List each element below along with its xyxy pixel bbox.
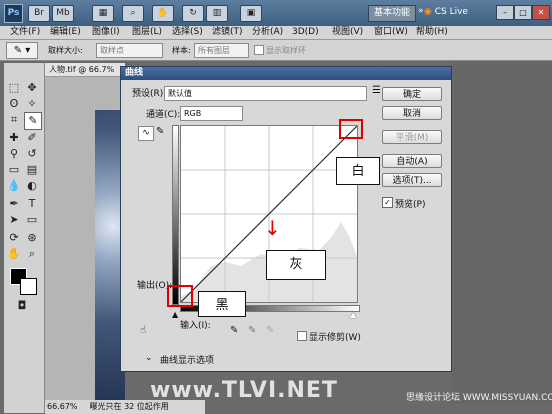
callout-white: 白 — [336, 157, 380, 185]
quick-select-tool-icon[interactable]: ✧ — [24, 96, 40, 112]
sample-select[interactable]: 所有图层 — [194, 43, 249, 58]
dodge-tool-icon[interactable]: ◐ — [24, 178, 40, 194]
blur-tool-icon[interactable]: 💧 — [6, 178, 22, 194]
sample-size-label: 取样大小: — [48, 46, 83, 55]
type-tool-icon[interactable]: T — [24, 196, 40, 212]
3d-orbit-icon[interactable]: ⊛ — [24, 230, 40, 246]
gradient-tool-icon[interactable]: ▤ — [24, 162, 40, 178]
menu-help[interactable]: 帮助(H) — [416, 26, 448, 39]
gray-eyedropper-icon[interactable]: ✎ — [248, 325, 256, 336]
crop-tool-icon[interactable]: ⌗ — [6, 112, 22, 128]
hand-tool-button[interactable]: ✋ — [152, 5, 174, 22]
target-adjust-icon[interactable]: ☝ — [140, 325, 146, 336]
smooth-button[interactable]: 平滑(M) — [382, 130, 442, 144]
sample-size-select[interactable]: 取样点 — [96, 43, 163, 58]
screen-mode-button[interactable]: ▣ — [240, 5, 262, 22]
ok-button[interactable]: 确定 — [382, 87, 442, 101]
cancel-button[interactable]: 取消 — [382, 106, 442, 120]
cs-live-label: CS Live — [434, 7, 468, 17]
preset-select[interactable]: 默认值 — [164, 86, 367, 101]
background-color-swatch[interactable] — [20, 278, 37, 295]
display-options-label[interactable]: 曲线显示选项 — [160, 353, 214, 366]
callout-gray: 灰 — [266, 250, 326, 280]
workspace-switcher[interactable]: 基本功能 — [368, 5, 416, 22]
mini-bridge-button[interactable]: Mb — [52, 5, 74, 22]
options-button[interactable]: 选项(T)... — [382, 173, 442, 187]
menu-view[interactable]: 视图(V) — [332, 26, 363, 39]
site-label: 思缘设计论坛 WWW.MISSYUAN.COM — [406, 393, 552, 403]
maximize-button[interactable]: □ — [514, 5, 532, 20]
channel-label: 通道(C): — [146, 110, 181, 120]
black-point-slider[interactable]: ▲ — [172, 310, 178, 319]
white-point-slider[interactable]: ▲ — [350, 310, 356, 319]
eyedropper-tool-icon[interactable]: ✎ — [24, 112, 42, 130]
sample-label: 样本: — [172, 46, 191, 55]
black-eyedropper-icon[interactable]: ✎ — [230, 325, 238, 336]
show-clipping-checkbox[interactable] — [297, 331, 307, 341]
preset-options-icon[interactable]: ☰ — [372, 85, 381, 96]
rotate-view-button[interactable]: ↻ — [182, 5, 204, 22]
move-tool-icon[interactable]: ✥ — [24, 80, 40, 96]
curve-edit-points-icon[interactable]: ∿ — [138, 126, 154, 141]
view-extras-button[interactable]: ▦ — [92, 5, 114, 22]
cs-live-icon: ◉ — [424, 7, 432, 17]
menu-filter[interactable]: 滤镜(T) — [212, 26, 243, 39]
shape-tool-icon[interactable]: ▭ — [24, 212, 40, 228]
callout-black: 黑 — [198, 291, 246, 317]
cs-live-button[interactable]: ◉ CS Live — [424, 5, 480, 20]
history-brush-icon[interactable]: ↺ — [24, 146, 40, 162]
menu-edit[interactable]: 编辑(E) — [50, 26, 81, 39]
show-sampling-ring-checkbox[interactable] — [254, 45, 264, 55]
menu-file[interactable]: 文件(F) — [10, 26, 40, 39]
3d-rotate-icon[interactable]: ⟳ — [6, 230, 22, 246]
lasso-tool-icon[interactable]: ʘ — [6, 96, 22, 112]
zoom-tool-icon[interactable]: ⌕ — [24, 246, 40, 262]
hand-tool-icon[interactable]: ✋ — [6, 246, 22, 262]
show-sampling-ring-label: 显示取样环 — [266, 46, 306, 55]
auto-button[interactable]: 自动(A) — [382, 154, 442, 168]
curve-draw-pencil-icon[interactable]: ✎ — [156, 126, 164, 137]
menu-window[interactable]: 窗口(W) — [374, 26, 408, 39]
menu-analysis[interactable]: 分析(A) — [252, 26, 283, 39]
output-gradient-bar — [172, 125, 179, 305]
white-eyedropper-icon[interactable]: ✎ — [266, 325, 274, 336]
arrange-documents-button[interactable]: ▥ — [206, 5, 228, 22]
clone-stamp-icon[interactable]: ⚲ — [6, 146, 22, 162]
photoshop-logo: Ps — [4, 4, 23, 23]
preview-label: 预览(P) — [395, 200, 426, 210]
white-point-highlight — [339, 119, 363, 139]
preview-checkbox[interactable]: ✓ — [382, 197, 393, 208]
gray-point-arrow-icon: ↓ — [264, 216, 281, 240]
eyedropper-preset-icon[interactable]: ✎ ▾ — [6, 42, 38, 59]
brush-tool-icon[interactable]: ✐ — [24, 130, 40, 146]
workspace-menu-icon[interactable]: » — [418, 6, 424, 16]
bridge-button[interactable]: Br — [28, 5, 50, 22]
black-point-highlight — [167, 285, 193, 307]
menu-select[interactable]: 选择(S) — [172, 26, 203, 39]
curves-dialog-title: 曲线 — [121, 67, 451, 80]
eraser-tool-icon[interactable]: ▭ — [6, 162, 22, 178]
zoom-level[interactable]: 66.67% — [45, 400, 87, 414]
document-tab[interactable]: 人物.tif @ 66.7% — [45, 63, 125, 77]
quick-mask-icon[interactable]: ◘ — [14, 298, 30, 314]
channel-select[interactable]: RGB — [180, 106, 243, 121]
path-select-icon[interactable]: ➤ — [6, 212, 22, 228]
healing-brush-icon[interactable]: ✚ — [6, 130, 22, 146]
menu-image[interactable]: 图像(I) — [92, 26, 120, 39]
status-info: 曝光只在 32 位起作用 — [89, 402, 169, 411]
input-label: 输入(I): — [180, 321, 211, 331]
zoom-level-button[interactable]: ⌕ — [122, 5, 144, 22]
display-options-toggle-icon[interactable]: ⌄ — [145, 353, 153, 363]
pen-tool-icon[interactable]: ✒ — [6, 196, 22, 212]
menu-3d[interactable]: 3D(D) — [292, 26, 319, 39]
watermark: www.TLVI.NET — [150, 378, 338, 403]
show-clipping-label: 显示修剪(W) — [309, 333, 361, 343]
minimize-button[interactable]: – — [496, 5, 514, 20]
menu-layer[interactable]: 图层(L) — [132, 26, 162, 39]
panel-area — [452, 63, 552, 404]
marquee-tool-icon[interactable]: ⬚ — [6, 80, 22, 96]
preset-label: 预设(R): — [132, 89, 167, 99]
close-button[interactable]: ✕ — [532, 5, 550, 20]
